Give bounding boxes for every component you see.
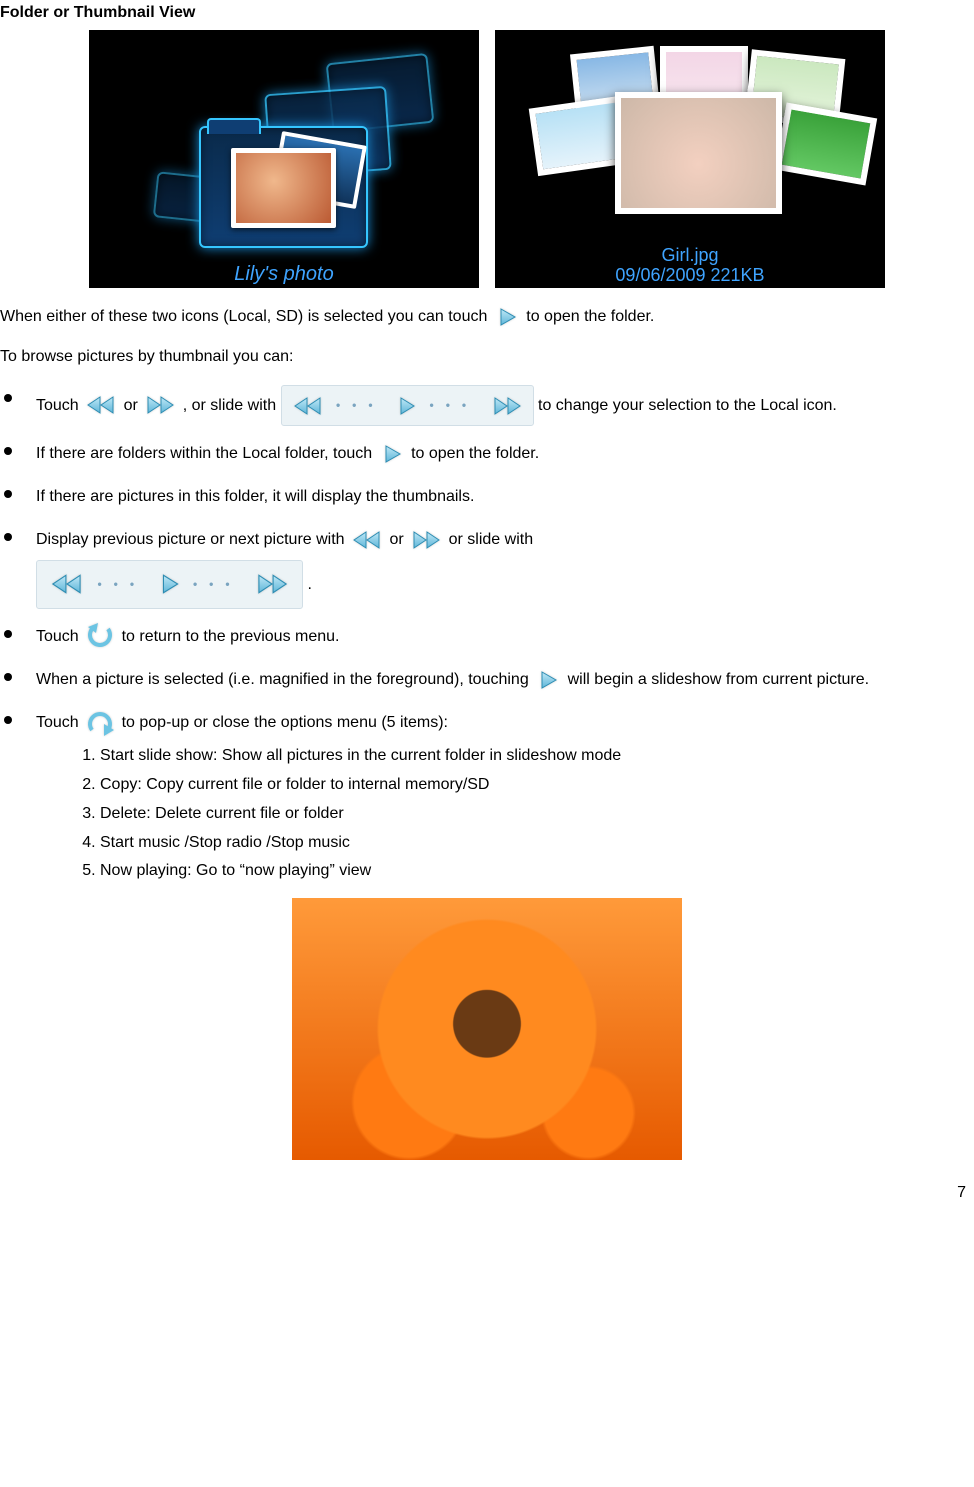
thumbnail-caption: Girl.jpg 09/06/2009 221KB	[495, 245, 885, 286]
page-number: 7	[0, 1160, 974, 1202]
play-icon	[536, 668, 560, 692]
forward-icon	[411, 529, 441, 551]
list-item: Display previous picture or next picture…	[0, 524, 974, 608]
thumbnail-view-screenshot: Girl.jpg 09/06/2009 221KB	[495, 30, 885, 288]
ordered-sublist: Start slide show: Show all pictures in t…	[72, 742, 974, 886]
folder-caption: Lily's photo	[89, 263, 479, 286]
list-item: Touch to return to the previous menu.	[0, 621, 974, 652]
list-item: Touch to pop-up or close the options men…	[0, 707, 974, 886]
screenshot-row: Lily's photo Girl.jpg 09/06/2009 221KB	[0, 30, 974, 288]
return-icon	[86, 623, 114, 649]
folder-view-screenshot: Lily's photo	[89, 30, 479, 288]
list-item: Touch or , or slide with ••• ••• to chan…	[0, 385, 974, 426]
list-item: Copy: Copy current file or folder to int…	[100, 771, 974, 800]
slider-bar-icon: ••• •••	[281, 385, 534, 426]
flower-image	[292, 898, 682, 1160]
bullet-list: Touch or , or slide with ••• ••• to chan…	[0, 385, 974, 886]
list-item: Start music /Stop radio /Stop music	[100, 829, 974, 858]
paragraph: To browse pictures by thumbnail you can:	[0, 342, 974, 372]
list-item: Delete: Delete current file or folder	[100, 800, 974, 829]
section-title: Folder or Thumbnail View	[0, 4, 974, 22]
list-item: If there are pictures in this folder, it…	[0, 481, 974, 512]
list-item: Now playing: Go to “now playing” view	[100, 857, 974, 886]
list-item: Start slide show: Show all pictures in t…	[100, 742, 974, 771]
forward-icon	[145, 394, 175, 416]
play-icon	[380, 442, 404, 466]
slider-bar-icon: ••• •••	[36, 560, 303, 609]
rewind-icon	[86, 394, 116, 416]
paragraph: When either of these two icons (Local, S…	[0, 302, 974, 332]
options-icon	[86, 710, 114, 736]
list-item: When a picture is selected (i.e. magnifi…	[0, 664, 974, 695]
play-icon	[495, 305, 519, 329]
rewind-icon	[352, 529, 382, 551]
list-item: If there are folders within the Local fo…	[0, 438, 974, 469]
